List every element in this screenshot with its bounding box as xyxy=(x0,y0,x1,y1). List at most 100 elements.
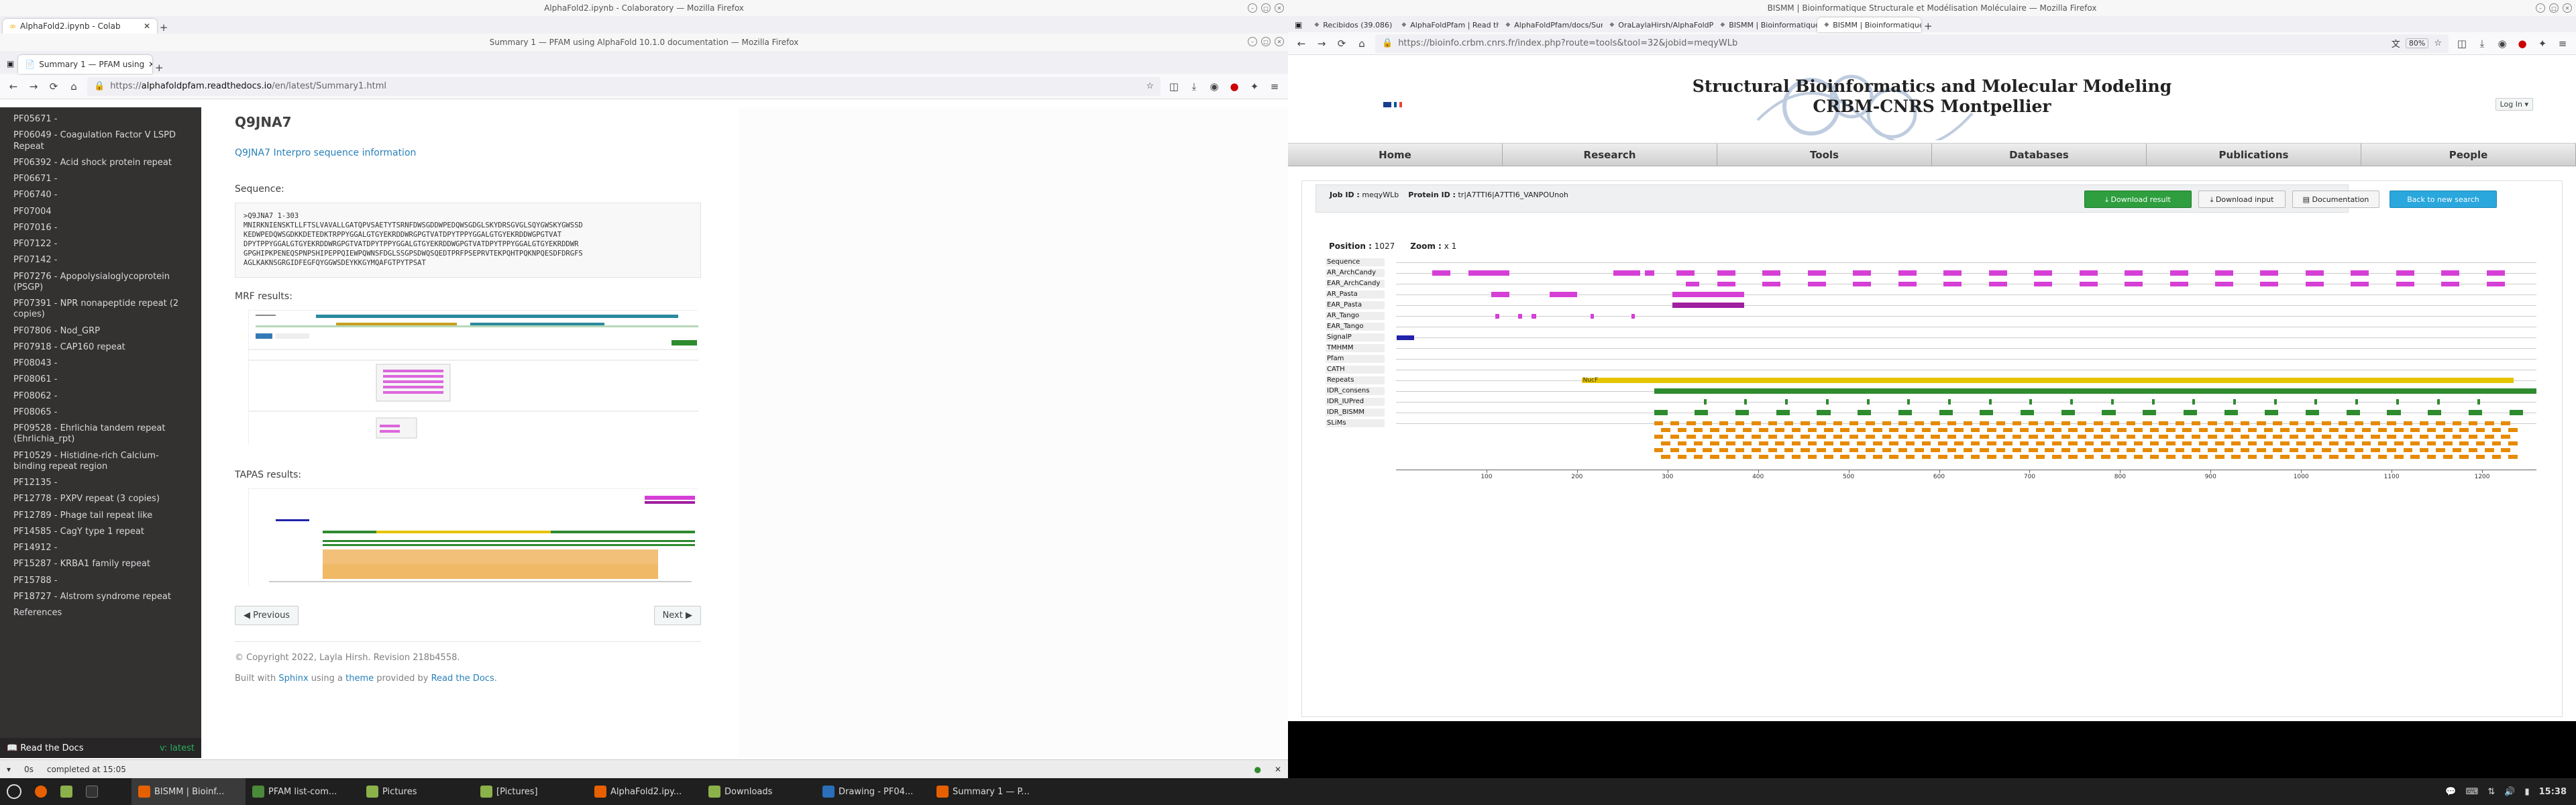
slim-segment[interactable] xyxy=(2338,448,2347,452)
slim-segment[interactable] xyxy=(2263,455,2273,459)
maximize-icon[interactable]: □ xyxy=(1261,37,1271,46)
idr-iupred-segment[interactable] xyxy=(1703,399,1707,405)
maximize-icon[interactable]: □ xyxy=(1261,3,1271,13)
slim-segment[interactable] xyxy=(2354,448,2364,452)
idr-iupred-segment[interactable] xyxy=(1744,399,1748,405)
ear-archcandy-segment[interactable] xyxy=(1762,281,1781,286)
slim-segment[interactable] xyxy=(2094,448,2103,452)
idr-iupred-segment[interactable] xyxy=(1825,399,1829,405)
new-search-button[interactable]: Back to new search xyxy=(2390,191,2497,208)
slim-segment[interactable] xyxy=(1987,428,1996,432)
slim-segment[interactable] xyxy=(2436,421,2445,425)
idr-iupred-segment[interactable] xyxy=(1866,399,1870,405)
sidebar-item[interactable]: PF09528 - Ehrlichia tandem repeat (Ehrli… xyxy=(0,421,201,448)
slim-segment[interactable] xyxy=(1921,428,1931,432)
slim-segment[interactable] xyxy=(2296,455,2306,459)
archcandy-segment[interactable] xyxy=(2215,270,2233,276)
slim-segment[interactable] xyxy=(1898,435,1908,439)
idr-bismm-segment[interactable] xyxy=(2183,410,2198,415)
tray-keyboard-icon[interactable]: ⌨ xyxy=(2466,787,2479,797)
back-icon[interactable]: ← xyxy=(1295,38,1308,50)
slim-segment[interactable] xyxy=(2077,435,2087,439)
slim-segment[interactable] xyxy=(2345,455,2355,459)
bookmark-star-icon[interactable]: ☆ xyxy=(2434,38,2442,48)
tab-1[interactable]: ◆AlphaFoldPfam | Read the D xyxy=(1395,17,1499,32)
slim-segment[interactable] xyxy=(2508,455,2518,459)
sidebar-item[interactable]: PF08062 - xyxy=(0,388,201,405)
slim-segment[interactable] xyxy=(2426,455,2436,459)
idr-iupred-segment[interactable] xyxy=(2192,399,2196,405)
slim-segment[interactable] xyxy=(2117,441,2127,445)
slim-segment[interactable] xyxy=(2215,428,2224,432)
slim-segment[interactable] xyxy=(1840,455,1849,459)
slim-segment[interactable] xyxy=(1954,428,1964,432)
pocket-icon[interactable]: ◫ xyxy=(2455,38,2469,50)
slim-segment[interactable] xyxy=(2280,455,2290,459)
tango-segment[interactable] xyxy=(1591,313,1595,319)
slim-segment[interactable] xyxy=(1882,448,1891,452)
back-icon[interactable]: ← xyxy=(7,80,20,93)
ear-pasta-segment[interactable] xyxy=(1672,303,1745,308)
previous-button[interactable]: ◀ Previous xyxy=(235,606,299,625)
slim-segment[interactable] xyxy=(2312,455,2322,459)
idr-iupred-segment[interactable] xyxy=(2110,399,2114,405)
slim-segment[interactable] xyxy=(2491,455,2502,459)
archcandy-segment[interactable] xyxy=(1645,270,1654,276)
nav-research[interactable]: Research xyxy=(1503,144,1717,166)
slim-segment[interactable] xyxy=(2410,441,2420,445)
tango-segment[interactable] xyxy=(1495,313,1499,319)
start-menu-button[interactable] xyxy=(0,778,28,805)
tray-battery-icon[interactable]: ▮ xyxy=(2524,787,2529,797)
slim-segment[interactable] xyxy=(1735,421,1745,425)
slim-segment[interactable] xyxy=(2077,421,2087,425)
theme-link[interactable]: theme xyxy=(345,674,374,684)
slim-segment[interactable] xyxy=(2224,421,2233,425)
slim-segment[interactable] xyxy=(1866,421,1875,425)
slim-segment[interactable] xyxy=(1752,435,1761,439)
slim-segment[interactable] xyxy=(2491,441,2502,445)
new-tab-icon[interactable]: + xyxy=(152,62,166,74)
slim-segment[interactable] xyxy=(1849,435,1859,439)
slim-segment[interactable] xyxy=(2410,455,2420,459)
slim-segment[interactable] xyxy=(1703,435,1712,439)
tab-colab[interactable]: ∞ AlphaFold2.ipynb - Colab ✕ xyxy=(3,19,157,34)
slim-segment[interactable] xyxy=(2377,455,2387,459)
slim-segment[interactable] xyxy=(1873,428,1882,432)
slim-segment[interactable] xyxy=(2035,441,2045,445)
firefox-launcher[interactable] xyxy=(28,778,54,805)
slim-segment[interactable] xyxy=(1938,428,1947,432)
forward-icon[interactable]: → xyxy=(1315,38,1328,50)
ear-archcandy-segment[interactable] xyxy=(2260,281,2279,286)
slim-segment[interactable] xyxy=(2475,428,2485,432)
slim-segment[interactable] xyxy=(1840,441,1849,445)
slim-segment[interactable] xyxy=(2501,421,2510,425)
slim-segment[interactable] xyxy=(1784,421,1794,425)
menu-icon[interactable]: ≡ xyxy=(2556,38,2569,50)
slim-segment[interactable] xyxy=(1840,428,1849,432)
sidebar-item[interactable]: PF14585 - CagY type 1 repeat xyxy=(0,524,201,540)
slim-segment[interactable] xyxy=(1686,448,1696,452)
sidebar-item[interactable]: PF15287 - KRBA1 family repeat xyxy=(0,556,201,572)
slim-segment[interactable] xyxy=(1898,421,1908,425)
slim-segment[interactable] xyxy=(2110,421,2119,425)
slim-segment[interactable] xyxy=(2084,441,2094,445)
adblock-icon[interactable]: ● xyxy=(1228,80,1241,93)
login-button[interactable]: Log In ▾ xyxy=(2495,98,2533,111)
sidebar-item[interactable]: PF06671 - xyxy=(0,171,201,187)
idr-bismm-segment[interactable] xyxy=(2061,410,2075,415)
slim-segment[interactable] xyxy=(1856,455,1866,459)
slim-segment[interactable] xyxy=(2159,421,2168,425)
archcandy-segment[interactable] xyxy=(2396,270,2414,276)
ear-archcandy-segment[interactable] xyxy=(1943,281,1962,286)
sidebar-item[interactable]: PF06049 - Coagulation Factor V LSPD Repe… xyxy=(0,127,201,155)
slim-segment[interactable] xyxy=(1849,421,1859,425)
slim-segment[interactable] xyxy=(2068,441,2078,445)
slim-segment[interactable] xyxy=(2215,441,2224,445)
ear-archcandy-segment[interactable] xyxy=(2079,281,2098,286)
slim-segment[interactable] xyxy=(2012,421,2022,425)
slim-segment[interactable] xyxy=(2452,421,2461,425)
slim-segment[interactable] xyxy=(1784,448,1794,452)
slim-segment[interactable] xyxy=(1654,421,1663,425)
slim-segment[interactable] xyxy=(2035,455,2045,459)
reload-icon[interactable]: ⟳ xyxy=(1335,38,1348,50)
